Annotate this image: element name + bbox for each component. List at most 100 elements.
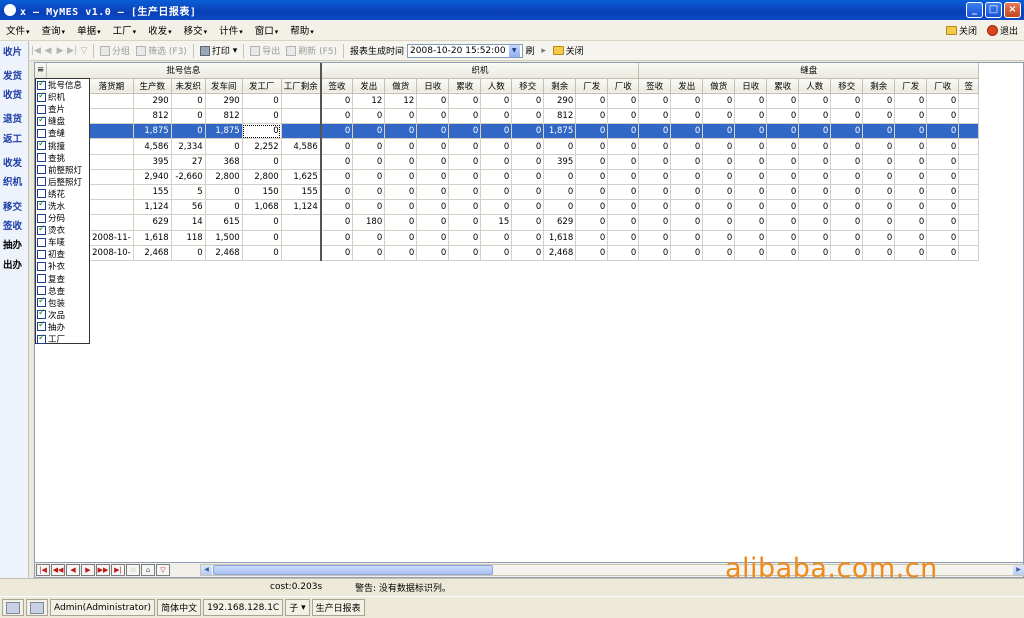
column-checkbox[interactable] <box>37 249 46 259</box>
column-chooser-item[interactable]: 查片 <box>36 103 89 115</box>
column-header[interactable]: 发车间 <box>205 78 243 94</box>
column-chooser-item[interactable]: 缝盘 <box>36 115 89 127</box>
table-row[interactable]: 2008-10- 2,468 0 2,468 0 0 0 0 0 0 0 0 2,468 0 0 0 0 0 0 0 0… <box>35 245 980 261</box>
column-header[interactable]: 做货 <box>384 78 418 94</box>
export-button[interactable]: 导出 <box>247 44 283 57</box>
app-icon[interactable] <box>4 4 16 16</box>
table-row[interactable]: 1,875 0 1,875 0 0 0 0 0 0 0 0 1,875 0 0 0 0 0 0 0 0 0 0 0 0 <box>35 123 980 140</box>
table-row[interactable]: 1,124 56 0 1,068 1,124 0 0 0 0 0 0 0 0 0 0 0 0 0 0 0 0 0 0 0 0 <box>35 199 980 216</box>
table-row[interactable]: 395 27 368 0 0 0 0 0 0 0 0 395 0 0 0 0 0 0 0 0 0 0 0 0 <box>35 154 980 170</box>
column-checkbox[interactable] <box>37 333 46 344</box>
column-header[interactable]: 累收 <box>766 78 800 94</box>
column-chooser-item[interactable]: 车唛 <box>36 236 89 248</box>
column-header[interactable]: 厂收 <box>607 78 640 94</box>
column-header[interactable]: 签收 <box>320 78 354 94</box>
print-button[interactable]: 打印 ▾ <box>197 44 240 57</box>
column-header[interactable]: 发出 <box>670 78 704 94</box>
maximize-button[interactable]: □ <box>985 2 1002 18</box>
column-checkbox[interactable] <box>37 296 46 308</box>
sub-window-button[interactable]: 子 ▾ <box>285 599 310 616</box>
table-row[interactable]: 2,940 -2,660 2,800 2,800 1,625 0 0 0 0 0 0 0 0 0 0 0 0 0 0… <box>35 169 980 186</box>
tray-icon[interactable] <box>2 599 24 616</box>
column-checkbox[interactable] <box>37 115 46 126</box>
tray-icon[interactable] <box>26 599 48 616</box>
column-checkbox[interactable] <box>37 286 46 296</box>
refresh-button[interactable]: 刷新 (F5) <box>283 44 340 57</box>
left-nav-item[interactable]: 收片 <box>3 44 22 58</box>
column-header[interactable]: 厂发 <box>575 78 609 94</box>
column-chooser-item[interactable]: 后整照灯 <box>36 176 89 188</box>
left-nav-item[interactable]: 出办 <box>3 257 22 271</box>
menu-send-receive[interactable]: 收发▾ <box>142 23 178 37</box>
first-record-icon[interactable]: |◀ <box>30 45 42 57</box>
column-checkbox[interactable] <box>37 199 46 211</box>
column-header[interactable]: 签收 <box>638 78 672 94</box>
scroll-right-icon[interactable]: ▶ <box>1013 565 1024 575</box>
table-row[interactable]: 629 14 615 0 0 180 0 0 0 15 0 629 0 0 0 0 0 0 0 0 0 0 0 0 <box>35 214 980 231</box>
column-checkbox[interactable] <box>37 165 46 175</box>
column-header[interactable]: 人数 <box>798 78 832 94</box>
filter-icon[interactable]: ▽ <box>156 564 170 576</box>
first-page-icon[interactable]: |◀ <box>36 564 50 576</box>
report-time-combo[interactable]: 2008-10-20 15:52:00 ▼ <box>407 43 523 58</box>
column-checkbox[interactable] <box>37 224 46 235</box>
column-chooser-item[interactable]: 挑撞 <box>36 139 89 152</box>
group-header-knit[interactable]: 织机 <box>320 63 640 79</box>
column-chooser-item[interactable]: 复查 <box>36 273 89 285</box>
menu-document[interactable]: 单据▾ <box>71 23 107 37</box>
column-chooser-item[interactable]: 工厂 <box>36 333 89 345</box>
menu-window[interactable]: 窗口▾ <box>249 23 285 37</box>
menu-factory[interactable]: 工厂▾ <box>107 23 143 37</box>
column-checkbox[interactable] <box>37 104 46 114</box>
column-header[interactable]: 落货期 <box>89 78 134 94</box>
column-header[interactable]: 累收 <box>448 78 482 94</box>
column-chooser-item[interactable]: 总查 <box>36 285 89 297</box>
column-header[interactable]: 移交 <box>511 78 545 94</box>
table-row[interactable]: 290 0 290 0 0 12 12 0 0 0 0 290 0 0 0 0 0 0 0 0 0 0 0 0 <box>35 93 980 110</box>
column-chooser-item[interactable]: 查缝 <box>36 127 89 139</box>
chevron-down-icon[interactable]: ▼ <box>508 44 520 57</box>
column-chooser-item[interactable]: 批号信息 <box>36 79 89 91</box>
menu-query[interactable]: 查询▾ <box>36 23 72 37</box>
prev-row-icon[interactable]: ◀ <box>66 564 80 576</box>
menu-exit-button[interactable]: 退出 <box>986 24 1018 37</box>
column-chooser-item[interactable]: 分码 <box>36 212 89 224</box>
column-header[interactable]: 工厂剩余 <box>281 78 322 94</box>
left-nav-item[interactable]: 发货 <box>3 68 22 82</box>
column-chooser-toggle[interactable]: ≡ <box>35 63 48 79</box>
play-icon[interactable]: ▸ <box>538 45 550 57</box>
column-chooser-item[interactable]: 烫衣 <box>36 224 89 236</box>
column-chooser-item[interactable]: 次品 <box>36 308 89 321</box>
scroll-left-icon[interactable]: ◀ <box>201 565 212 575</box>
column-checkbox[interactable] <box>37 79 46 90</box>
column-checkbox[interactable] <box>37 261 46 271</box>
next-row-icon[interactable]: ▶ <box>81 564 95 576</box>
table-row[interactable]: 4,586 2,334 0 2,252 4,586 0 0 0 0 0 0 0 0 0 0 0 0 0 0 0 0 0 0 0… <box>35 138 980 155</box>
column-header[interactable]: 日收 <box>416 78 450 94</box>
last-record-icon[interactable]: ▶| <box>66 45 78 57</box>
menu-transfer[interactable]: 移交▾ <box>178 23 214 37</box>
column-checkbox[interactable] <box>37 320 46 332</box>
column-header[interactable]: 生产数 <box>133 78 172 94</box>
column-checkbox[interactable] <box>37 128 46 138</box>
minimize-button[interactable]: _ <box>966 2 983 18</box>
column-checkbox[interactable] <box>37 308 46 320</box>
column-chooser-item[interactable]: 初查 <box>36 248 89 260</box>
left-nav-item[interactable]: 收发 <box>3 155 22 169</box>
column-checkbox[interactable] <box>37 91 46 102</box>
left-nav-item[interactable]: 收货 <box>3 87 22 101</box>
column-header[interactable]: 未发织 <box>171 78 206 94</box>
last-page-icon[interactable]: ▶| <box>111 564 125 576</box>
left-nav-item[interactable]: 签收 <box>3 218 22 232</box>
menu-file[interactable]: 文件▾ <box>0 23 36 37</box>
table-row[interactable]: 155 5 0 150 155 0 0 0 0 0 0 0 0 0 0 0 0 0 0 0 0 0 0 0 0 <box>35 184 980 201</box>
column-chooser-item[interactable]: 织机 <box>36 91 89 103</box>
column-header[interactable]: 移交 <box>830 78 864 94</box>
toolbar-close-button[interactable]: 关闭 <box>550 44 587 57</box>
column-header[interactable]: 厂收 <box>926 78 960 94</box>
prev-record-icon[interactable]: ◀ <box>42 45 54 57</box>
filter-button[interactable]: 筛选 (F3) <box>133 44 190 57</box>
column-checkbox[interactable] <box>37 189 46 199</box>
column-chooser-item[interactable]: 补衣 <box>36 260 89 272</box>
column-chooser-item[interactable]: 包装 <box>36 296 89 309</box>
